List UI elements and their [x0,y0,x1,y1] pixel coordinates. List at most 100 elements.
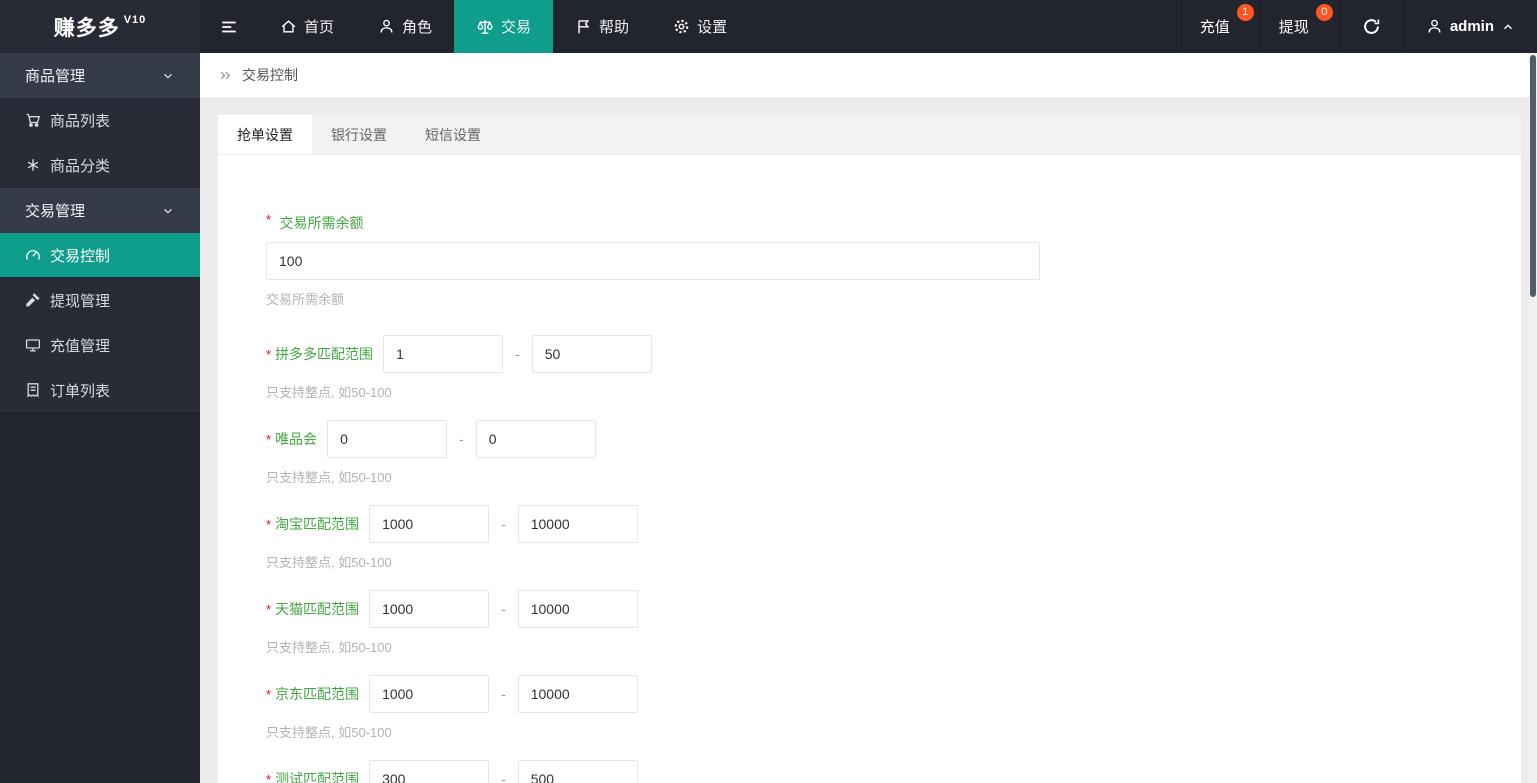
tab-grab-order-settings[interactable]: 抢单设置 [218,115,312,154]
sidebar-item-label: 充值管理 [50,337,111,355]
header-right: 充值 1 提现 0 admin [1180,0,1537,53]
double-chevron-right-icon [218,68,233,83]
withdraw-button[interactable]: 提现 0 [1259,0,1339,53]
user-icon [1426,18,1443,35]
sidebar-group-label: 商品管理 [25,68,86,85]
home-icon [280,18,297,35]
sidebar-item-product-list[interactable]: 商品列表 [0,98,200,143]
jd-min-input[interactable] [369,675,490,713]
refresh-icon [1362,17,1381,36]
vip-max-input[interactable] [475,420,596,458]
tmall-min-input[interactable] [369,590,490,628]
range-separator: - [501,771,506,783]
nav-item-help[interactable]: 帮助 [553,0,651,53]
main-nav: 首页 角色 交易 帮助 设置 [200,0,1181,53]
chevron-up-icon [1501,20,1515,34]
recharge-label: 充值 [1199,19,1230,36]
tab-label: 短信设置 [425,126,481,143]
sidebar-group-label: 交易管理 [25,203,86,220]
tab-sms-settings[interactable]: 短信设置 [406,115,500,154]
nav-item-label: 设置 [697,19,728,36]
refresh-button[interactable] [1338,0,1403,53]
app-version: V10 [123,13,147,26]
vertical-scrollbar[interactable] [1529,53,1537,783]
chevron-down-icon [161,204,175,218]
tab-bar: 抢单设置 银行设置 短信设置 [218,115,1521,155]
user-menu[interactable]: admin [1402,0,1537,53]
sidebar-item-trade-control[interactable]: 交易控制 [0,233,200,278]
nav-item-roles[interactable]: 角色 [356,0,454,53]
sidebar: 商品管理 商品列表 商品分类 交易管理 交易控制 提现管理 充值管理 订单列表 [0,53,200,783]
field-help: 只支持整点, 如50-100 [266,640,392,655]
vip-min-input[interactable] [327,420,448,458]
required-asterisk: * [266,516,272,532]
withdraw-label: 提现 [1278,19,1309,36]
pdd-max-input[interactable] [531,335,652,373]
sidebar-item-label: 商品分类 [50,157,111,175]
sidebar-item-label: 交易控制 [50,247,111,265]
app-logo-text: 赚多多 [53,16,120,40]
nav-item-label: 角色 [402,19,433,36]
field-help: 只支持整点, 如50-100 [266,385,392,400]
sidebar-collapse-button[interactable] [200,0,258,53]
test-min-input[interactable] [369,760,490,783]
sidebar-group-trade[interactable]: 交易管理 [0,188,200,233]
nav-item-trade[interactable]: 交易 [454,0,554,53]
sidebar-item-product-category[interactable]: 商品分类 [0,143,200,188]
chevron-down-icon [161,69,175,83]
gauge-icon [25,247,41,263]
scales-icon [476,18,494,36]
tab-bank-settings[interactable]: 银行设置 [312,115,406,154]
pdd-min-input[interactable] [383,335,504,373]
balance-input[interactable] [266,242,1040,280]
sidebar-item-order-list[interactable]: 订单列表 [0,368,200,413]
main-content: 交易控制 抢单设置 银行设置 短信设置 * 交易所需余额 交易所需余额 [200,53,1529,783]
username: admin [1449,18,1494,35]
person-icon [378,18,395,35]
range-separator: - [501,516,506,532]
tmall-max-input[interactable] [517,590,638,628]
flag-icon [575,18,592,35]
breadcrumb-title: 交易控制 [242,67,298,83]
nav-item-label: 交易 [501,19,532,36]
nav-item-settings[interactable]: 设置 [651,0,749,53]
sidebar-item-label: 商品列表 [50,112,111,130]
top-header: 赚多多 V10 首页 角色 交易 帮助 设置 充值 1 提现 0 admin [0,0,1537,53]
sidebar-group-products[interactable]: 商品管理 [0,53,200,98]
nav-item-label: 帮助 [599,19,630,36]
required-asterisk: * [266,686,272,702]
range-separator: - [501,601,506,617]
field-label: 京东匹配范围 [275,686,360,702]
recharge-button[interactable]: 充值 1 [1180,0,1260,53]
sidebar-item-label: 提现管理 [50,292,111,310]
required-asterisk: * [266,212,272,227]
sidebar-item-recharge-mgmt[interactable]: 充值管理 [0,323,200,368]
required-asterisk: * [266,431,272,447]
field-label: 淘宝匹配范围 [275,516,360,532]
field-help: 只支持整点, 如50-100 [266,555,392,570]
sidebar-item-withdraw-mgmt[interactable]: 提现管理 [0,278,200,323]
required-asterisk: * [266,346,272,362]
field-jd-range: * 京东匹配范围 - 只支持整点, 如50-100 [266,675,1473,741]
range-separator: - [515,346,520,362]
field-label: 拼多多匹配范围 [275,346,374,362]
sidebar-item-label: 订单列表 [50,382,111,400]
required-asterisk: * [266,771,272,783]
field-label: 测试匹配范围 [275,771,360,783]
cart-icon [25,112,41,128]
jd-max-input[interactable] [517,675,638,713]
field-required-balance: * 交易所需余额 交易所需余额 [266,212,1473,308]
taobao-max-input[interactable] [517,505,638,543]
tab-label: 抢单设置 [237,126,293,143]
gear-icon [673,18,690,35]
nav-item-home[interactable]: 首页 [258,0,356,53]
card-icon [25,337,41,353]
test-max-input[interactable] [517,760,638,783]
scrollbar-thumb[interactable] [1530,55,1536,297]
field-taobao-range: * 淘宝匹配范围 - 只支持整点, 如50-100 [266,505,1473,571]
recharge-badge: 1 [1236,4,1254,21]
settings-card: 抢单设置 银行设置 短信设置 * 交易所需余额 交易所需余额 [218,115,1521,783]
app-logo[interactable]: 赚多多 V10 [0,0,200,53]
taobao-min-input[interactable] [369,505,490,543]
field-label-row: * 交易所需余额 [266,212,1473,233]
